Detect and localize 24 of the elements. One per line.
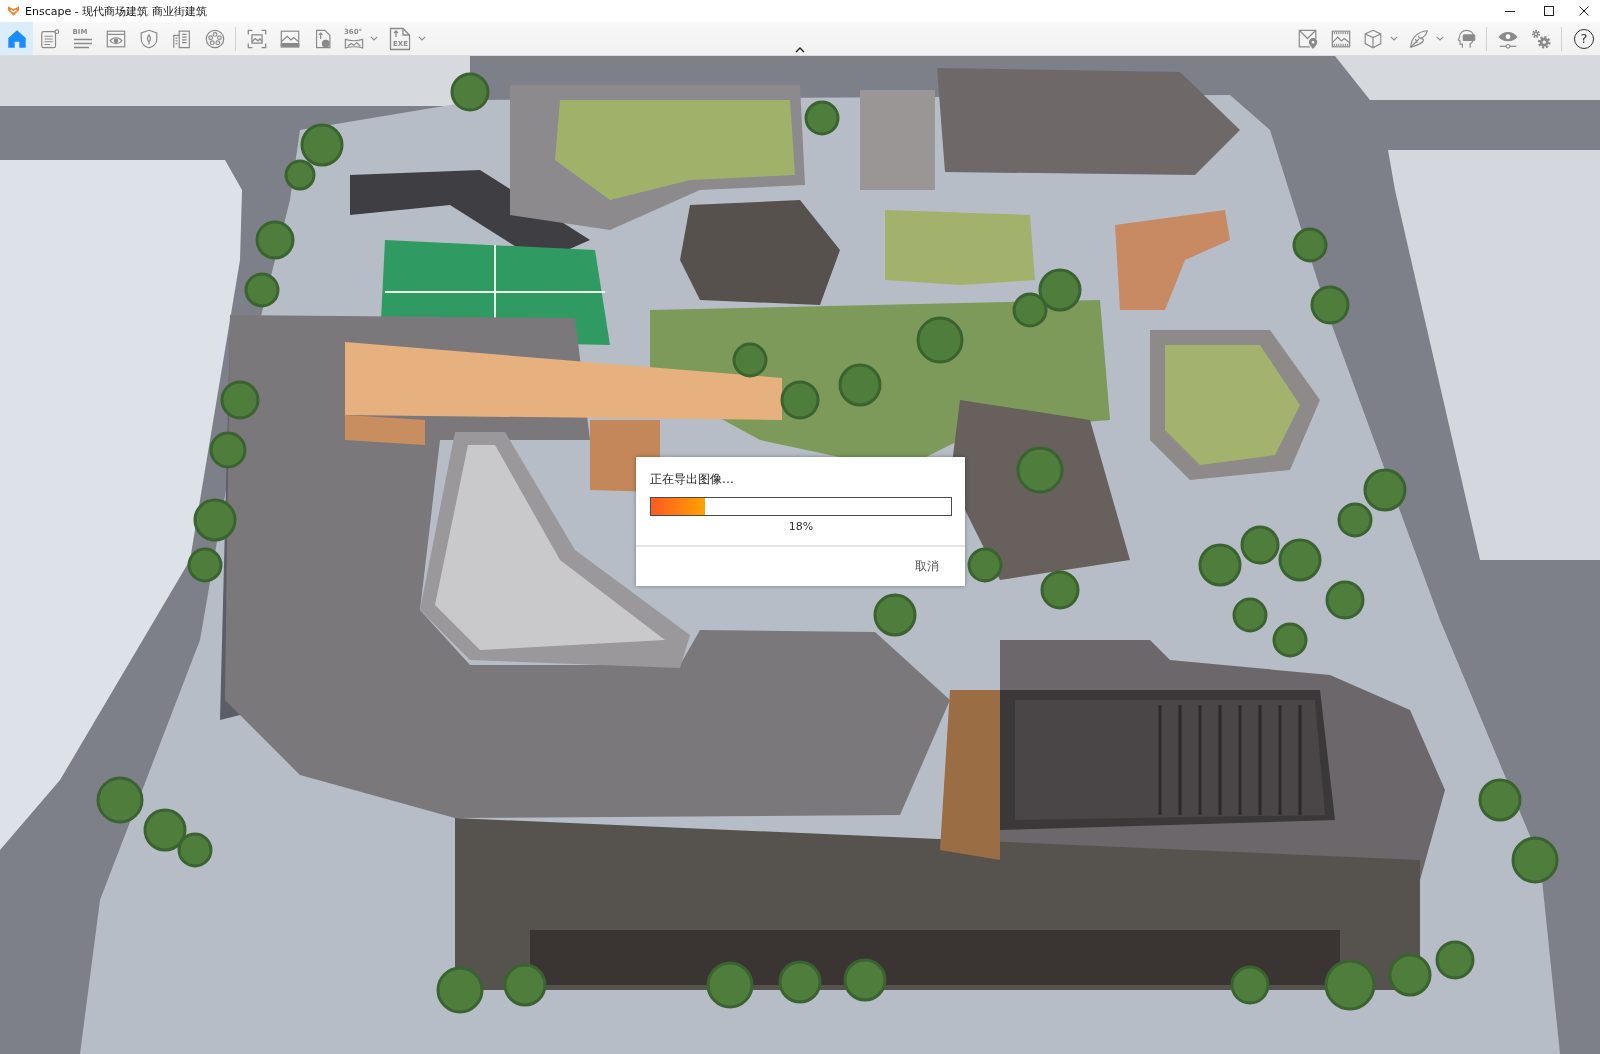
feather-icon — [1408, 27, 1430, 50]
logo-icon — [7, 5, 20, 17]
close-icon — [1579, 6, 1589, 16]
film-reel-icon — [203, 27, 226, 50]
notepad-icon — [38, 27, 61, 50]
caret-icon — [370, 36, 378, 41]
panorama-icon — [344, 37, 364, 49]
gears-icon — [1529, 27, 1552, 50]
toolbar-button[interactable] — [0, 22, 33, 55]
caret-icon — [418, 36, 426, 41]
cube-icon — [1362, 27, 1384, 50]
progress-percent: 18% — [788, 520, 814, 534]
caret-icon — [795, 46, 805, 53]
caret-icon — [1390, 36, 1398, 41]
lines-icon — [72, 37, 93, 49]
caret-icon — [1436, 36, 1444, 41]
map-pin-icon — [1296, 27, 1319, 50]
minimize-icon — [1504, 10, 1515, 12]
cancel-button[interactable]: 取消 — [909, 554, 945, 579]
window-title: Enscape - 现代商场建筑 商业街建筑 — [25, 3, 208, 19]
dialog-title: 正在导出图像… — [650, 471, 734, 487]
document-arrow-icon — [388, 26, 412, 51]
maximize-icon — [1543, 6, 1554, 16]
frame-picture-icon — [245, 27, 268, 50]
